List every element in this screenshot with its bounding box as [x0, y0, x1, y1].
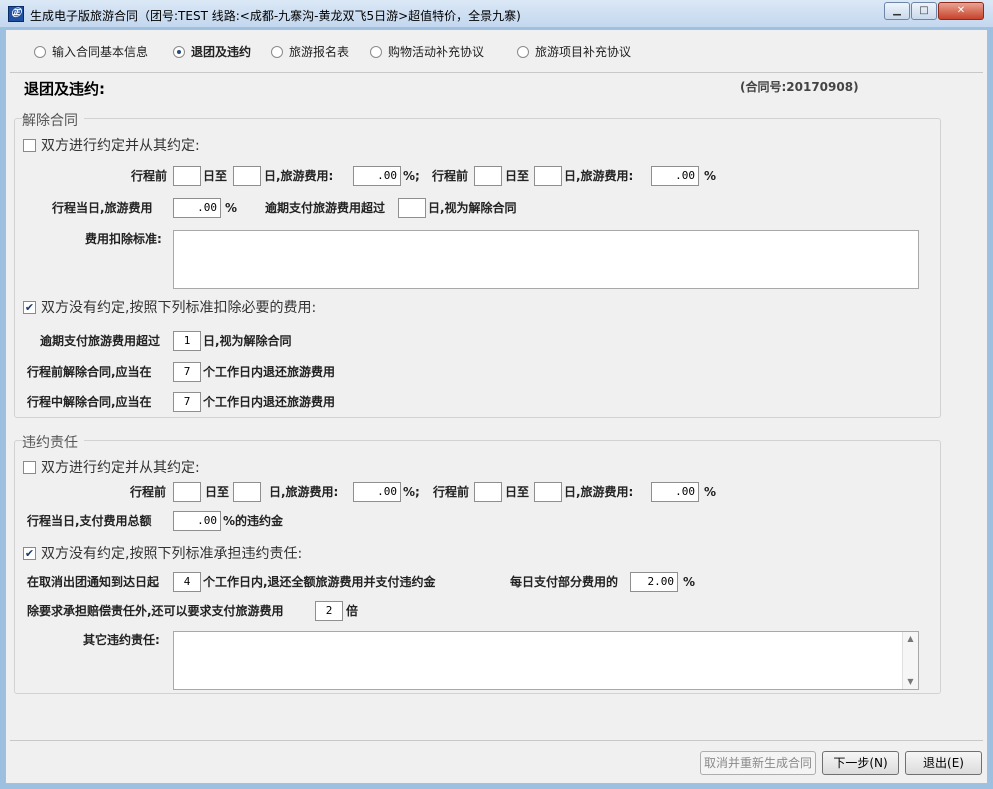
label-day-to: 日至: [205, 485, 230, 499]
divider: [10, 740, 983, 741]
liability-day-from-2[interactable]: [474, 482, 502, 502]
label-percent: %: [683, 575, 696, 589]
deduct-standard-textarea[interactable]: [173, 230, 919, 289]
tab-activity-agreement[interactable]: 旅游项目补充协议: [517, 44, 631, 60]
label-day-to: 日至: [203, 169, 228, 183]
label-cancel-prefix: 在取消出团通知到达日起: [27, 575, 160, 589]
label-percent: %: [704, 485, 717, 499]
label-cancel-tail: 个工作日内,退还全额旅游费用并支付违约金: [203, 575, 436, 589]
terminate-day-from-2[interactable]: [474, 166, 502, 186]
liability-default-label: 双方没有约定,按照下列标准承担违约责任:: [41, 546, 303, 562]
label-same-day-total: 行程当日,支付费用总额: [27, 514, 152, 528]
label-overdue: 逾期支付旅游费用超过: [40, 334, 161, 348]
radio-icon: [34, 46, 46, 58]
scroll-down-icon[interactable]: ▼: [903, 675, 918, 689]
cancel-days-input[interactable]: 4: [173, 572, 201, 592]
label-trip-before: 行程前: [433, 485, 470, 499]
next-button[interactable]: 下一步(N): [822, 751, 899, 775]
terminate-day-to-1[interactable]: [233, 166, 261, 186]
liability-fee-1-input[interactable]: .00: [353, 482, 401, 502]
label-percent: %: [704, 169, 717, 183]
tab-label: 退团及违约: [191, 45, 252, 59]
radio-icon: [517, 46, 529, 58]
maximize-button[interactable]: □: [911, 2, 937, 20]
label-times: 倍: [346, 604, 359, 618]
group-title-terminate: 解除合同: [22, 110, 84, 130]
label-during-trip: 行程中解除合同,应当在: [27, 395, 152, 409]
tab-label: 购物活动补充协议: [388, 45, 485, 59]
minimize-button[interactable]: ▁: [884, 2, 910, 20]
app-icon: ㊣: [8, 6, 24, 22]
label-refund-days: 个工作日内退还旅游费用: [203, 365, 336, 379]
label-before-trip: 行程前解除合同,应当在: [27, 365, 152, 379]
close-button[interactable]: ✕: [938, 2, 984, 20]
vertical-scrollbar[interactable]: ▲ ▼: [902, 632, 918, 689]
radio-icon: [370, 46, 382, 58]
label-day-to: 日至: [505, 169, 530, 183]
before-trip-days-input[interactable]: 7: [173, 362, 201, 382]
tab-label: 旅游报名表: [289, 45, 350, 59]
label-other-liability: 其它违约责任:: [83, 633, 160, 647]
label-day-fee: 日,旅游费用:: [269, 485, 339, 499]
divider: [10, 72, 983, 73]
overdue-days-input[interactable]: 1: [173, 331, 201, 351]
label-compensation: 除要求承担赔偿责任外,还可以要求支付旅游费用: [27, 604, 284, 618]
label-day-fee: 日,旅游费用:: [264, 169, 334, 183]
liability-day-to-2[interactable]: [534, 482, 562, 502]
label-trip-before: 行程前: [130, 485, 167, 499]
tab-basic-info[interactable]: 输入合同基本信息: [34, 44, 148, 60]
daily-fee-input[interactable]: 2.00: [630, 572, 678, 592]
other-liability-textarea[interactable]: ▲ ▼: [173, 631, 919, 690]
during-trip-days-input[interactable]: 7: [173, 392, 201, 412]
terminate-default-checkbox[interactable]: ✔: [23, 301, 36, 314]
terminate-agreed-checkbox[interactable]: [23, 139, 36, 152]
page-title: 退团及违约:: [24, 80, 105, 98]
label-penalty: %的违约金: [223, 514, 284, 528]
label-percent: %;: [403, 485, 420, 499]
tab-registration-form[interactable]: 旅游报名表: [271, 44, 349, 60]
label-same-day-fee: 行程当日,旅游费用: [52, 201, 153, 215]
label-daily-fee: 每日支付部分费用的: [510, 575, 619, 589]
radio-icon: [271, 46, 283, 58]
terminate-sameday-fee-input[interactable]: .00: [173, 198, 221, 218]
liability-fee-2-input[interactable]: .00: [651, 482, 699, 502]
terminate-fee-2-input[interactable]: .00: [651, 166, 699, 186]
tab-label: 输入合同基本信息: [52, 45, 149, 59]
radio-selected-icon: [173, 46, 185, 58]
liability-agreed-label: 双方进行约定并从其约定:: [41, 460, 200, 476]
label-day-to: 日至: [505, 485, 530, 499]
tab-shopping-agreement[interactable]: 购物活动补充协议: [370, 44, 484, 60]
scroll-up-icon[interactable]: ▲: [903, 632, 918, 646]
label-overdue: 逾期支付旅游费用超过: [265, 201, 386, 215]
tab-label: 旅游项目补充协议: [535, 45, 632, 59]
liability-agreed-checkbox[interactable]: [23, 461, 36, 474]
label-trip-before: 行程前: [131, 169, 168, 183]
window-title: 生成电子版旅游合同（团号:TEST 线路:<成都-九寨沟-黄龙双飞5日游>超值特…: [30, 9, 521, 23]
label-deduct-standard: 费用扣除标准:: [85, 232, 162, 246]
terminate-default-label: 双方没有约定,按照下列标准扣除必要的费用:: [41, 300, 317, 316]
cancel-regenerate-button[interactable]: 取消并重新生成合同: [700, 751, 816, 775]
label-day-fee: 日,旅游费用:: [564, 485, 634, 499]
label-refund-days: 个工作日内退还旅游费用: [203, 395, 336, 409]
label-percent: %: [225, 201, 238, 215]
exit-button[interactable]: 退出(E): [905, 751, 982, 775]
liability-day-to-1[interactable]: [233, 482, 261, 502]
label-overdue-tail: 日,视为解除合同: [428, 201, 517, 215]
terminate-day-to-2[interactable]: [534, 166, 562, 186]
terminate-day-from-1[interactable]: [173, 166, 201, 186]
liability-day-from-1[interactable]: [173, 482, 201, 502]
label-day-fee: 日,旅游费用:: [564, 169, 634, 183]
terminate-agreed-label: 双方进行约定并从其约定:: [41, 138, 200, 154]
multiplier-input[interactable]: 2: [315, 601, 343, 621]
liability-sameday-fee-input[interactable]: .00: [173, 511, 221, 531]
label-trip-before: 行程前: [432, 169, 469, 183]
tab-cancellation-breach[interactable]: 退团及违约: [173, 44, 251, 60]
label-percent: %;: [403, 169, 420, 183]
terminate-fee-1-input[interactable]: .00: [353, 166, 401, 186]
contract-number: (合同号:20170908): [740, 80, 859, 94]
group-title-liability: 违约责任: [22, 432, 84, 452]
label-overdue-tail: 日,视为解除合同: [203, 334, 292, 348]
terminate-overdue-days-input[interactable]: [398, 198, 426, 218]
liability-default-checkbox[interactable]: ✔: [23, 547, 36, 560]
